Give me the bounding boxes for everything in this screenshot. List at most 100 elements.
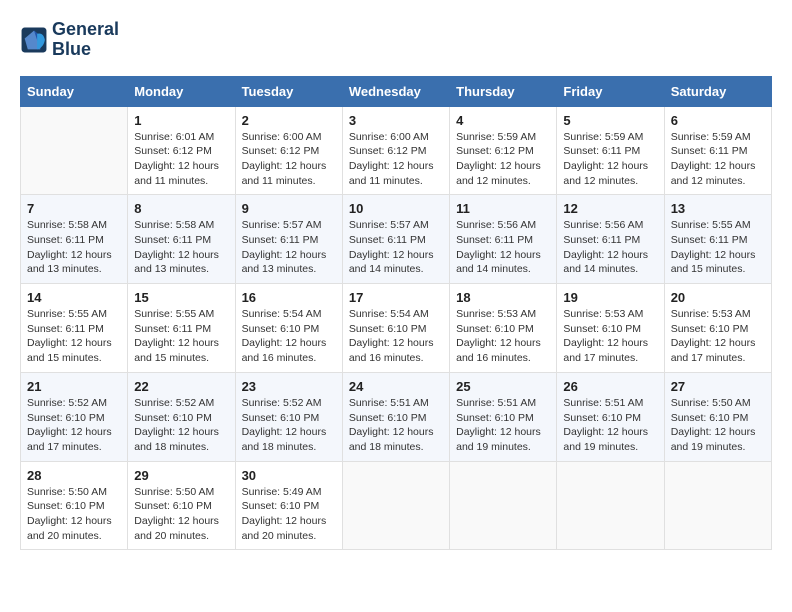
day-info: Sunrise: 5:51 AMSunset: 6:10 PMDaylight:… [456, 396, 550, 455]
calendar-cell: 27 Sunrise: 5:50 AMSunset: 6:10 PMDayligh… [664, 372, 771, 461]
day-info: Sunrise: 6:00 AMSunset: 6:12 PMDaylight:… [349, 130, 443, 189]
calendar-cell: 14 Sunrise: 5:55 AMSunset: 6:11 PMDayligh… [21, 284, 128, 373]
calendar-cell: 18 Sunrise: 5:53 AMSunset: 6:10 PMDayligh… [450, 284, 557, 373]
day-number: 1 [134, 113, 228, 128]
day-info: Sunrise: 5:53 AMSunset: 6:10 PMDaylight:… [563, 307, 657, 366]
calendar-cell: 15 Sunrise: 5:55 AMSunset: 6:11 PMDayligh… [128, 284, 235, 373]
calendar-cell: 17 Sunrise: 5:54 AMSunset: 6:10 PMDayligh… [342, 284, 449, 373]
calendar-cell: 1 Sunrise: 6:01 AMSunset: 6:12 PMDaylight… [128, 106, 235, 195]
day-info: Sunrise: 5:53 AMSunset: 6:10 PMDaylight:… [456, 307, 550, 366]
calendar-cell: 9 Sunrise: 5:57 AMSunset: 6:11 PMDaylight… [235, 195, 342, 284]
day-info: Sunrise: 5:52 AMSunset: 6:10 PMDaylight:… [242, 396, 336, 455]
day-number: 9 [242, 201, 336, 216]
day-info: Sunrise: 6:01 AMSunset: 6:12 PMDaylight:… [134, 130, 228, 189]
day-number: 29 [134, 468, 228, 483]
day-number: 13 [671, 201, 765, 216]
calendar-cell: 13 Sunrise: 5:55 AMSunset: 6:11 PMDayligh… [664, 195, 771, 284]
day-info: Sunrise: 5:59 AMSunset: 6:11 PMDaylight:… [563, 130, 657, 189]
day-info: Sunrise: 5:59 AMSunset: 6:12 PMDaylight:… [456, 130, 550, 189]
day-number: 10 [349, 201, 443, 216]
day-number: 2 [242, 113, 336, 128]
day-info: Sunrise: 5:51 AMSunset: 6:10 PMDaylight:… [349, 396, 443, 455]
calendar-cell [342, 461, 449, 550]
day-info: Sunrise: 5:59 AMSunset: 6:11 PMDaylight:… [671, 130, 765, 189]
day-number: 3 [349, 113, 443, 128]
calendar-cell: 12 Sunrise: 5:56 AMSunset: 6:11 PMDayligh… [557, 195, 664, 284]
calendar-cell [21, 106, 128, 195]
day-number: 24 [349, 379, 443, 394]
col-header-thursday: Thursday [450, 76, 557, 106]
calendar-cell [664, 461, 771, 550]
day-number: 8 [134, 201, 228, 216]
day-info: Sunrise: 5:52 AMSunset: 6:10 PMDaylight:… [27, 396, 121, 455]
day-number: 16 [242, 290, 336, 305]
day-info: Sunrise: 5:55 AMSunset: 6:11 PMDaylight:… [27, 307, 121, 366]
calendar-cell: 24 Sunrise: 5:51 AMSunset: 6:10 PMDayligh… [342, 372, 449, 461]
day-info: Sunrise: 5:51 AMSunset: 6:10 PMDaylight:… [563, 396, 657, 455]
day-number: 25 [456, 379, 550, 394]
calendar-cell [450, 461, 557, 550]
calendar-cell: 19 Sunrise: 5:53 AMSunset: 6:10 PMDayligh… [557, 284, 664, 373]
day-info: Sunrise: 5:58 AMSunset: 6:11 PMDaylight:… [134, 218, 228, 277]
day-number: 4 [456, 113, 550, 128]
col-header-sunday: Sunday [21, 76, 128, 106]
calendar-cell: 7 Sunrise: 5:58 AMSunset: 6:11 PMDaylight… [21, 195, 128, 284]
day-number: 19 [563, 290, 657, 305]
calendar-cell: 28Sunrise: 5:50 AMSunset: 6:10 PMDayligh… [21, 461, 128, 550]
logo: General Blue [20, 20, 119, 60]
day-info: Sunrise: 5:53 AMSunset: 6:10 PMDaylight:… [671, 307, 765, 366]
day-number: 26 [563, 379, 657, 394]
day-info: Sunrise: 5:50 AMSunset: 6:10 PMDaylight:… [671, 396, 765, 455]
day-info: Sunrise: 5:56 AMSunset: 6:11 PMDaylight:… [563, 218, 657, 277]
day-number: 12 [563, 201, 657, 216]
day-info: Sunrise: 5:55 AMSunset: 6:11 PMDaylight:… [671, 218, 765, 277]
calendar-cell: 8 Sunrise: 5:58 AMSunset: 6:11 PMDaylight… [128, 195, 235, 284]
day-number: 18 [456, 290, 550, 305]
calendar-cell [557, 461, 664, 550]
day-number: 30 [242, 468, 336, 483]
calendar-cell: 5 Sunrise: 5:59 AMSunset: 6:11 PMDaylight… [557, 106, 664, 195]
day-info: Sunrise: 5:58 AMSunset: 6:11 PMDaylight:… [27, 218, 121, 277]
calendar-cell: 10 Sunrise: 5:57 AMSunset: 6:11 PMDayligh… [342, 195, 449, 284]
day-info: Sunrise: 6:00 AMSunset: 6:12 PMDaylight:… [242, 130, 336, 189]
calendar-cell: 16 Sunrise: 5:54 AMSunset: 6:10 PMDayligh… [235, 284, 342, 373]
col-header-monday: Monday [128, 76, 235, 106]
day-number: 23 [242, 379, 336, 394]
day-info: Sunrise: 5:54 AMSunset: 6:10 PMDaylight:… [242, 307, 336, 366]
day-number: 21 [27, 379, 121, 394]
day-number: 27 [671, 379, 765, 394]
calendar-cell: 21 Sunrise: 5:52 AMSunset: 6:10 PMDayligh… [21, 372, 128, 461]
logo-icon [20, 26, 48, 54]
day-info: Sunrise: 5:55 AMSunset: 6:11 PMDaylight:… [134, 307, 228, 366]
day-info: Sunrise: 5:54 AMSunset: 6:10 PMDaylight:… [349, 307, 443, 366]
col-header-friday: Friday [557, 76, 664, 106]
calendar-cell: 26 Sunrise: 5:51 AMSunset: 6:10 PMDayligh… [557, 372, 664, 461]
day-info: Sunrise: 5:57 AMSunset: 6:11 PMDaylight:… [349, 218, 443, 277]
day-number: 7 [27, 201, 121, 216]
calendar-cell: 6 Sunrise: 5:59 AMSunset: 6:11 PMDaylight… [664, 106, 771, 195]
calendar-cell: 23 Sunrise: 5:52 AMSunset: 6:10 PMDayligh… [235, 372, 342, 461]
day-info: Sunrise: 5:57 AMSunset: 6:11 PMDaylight:… [242, 218, 336, 277]
day-number: 22 [134, 379, 228, 394]
calendar-cell: 11 Sunrise: 5:56 AMSunset: 6:11 PMDayligh… [450, 195, 557, 284]
day-info: Sunrise: 5:56 AMSunset: 6:11 PMDaylight:… [456, 218, 550, 277]
calendar-cell: 3 Sunrise: 6:00 AMSunset: 6:12 PMDaylight… [342, 106, 449, 195]
day-info: Sunrise: 5:49 AMSunset: 6:10 PMDaylight:… [242, 485, 336, 544]
day-number: 15 [134, 290, 228, 305]
day-number: 6 [671, 113, 765, 128]
calendar-cell: 30 Sunrise: 5:49 AMSunset: 6:10 PMDayligh… [235, 461, 342, 550]
calendar-cell: 22 Sunrise: 5:52 AMSunset: 6:10 PMDayligh… [128, 372, 235, 461]
calendar-cell: 4 Sunrise: 5:59 AMSunset: 6:12 PMDaylight… [450, 106, 557, 195]
day-number: 20 [671, 290, 765, 305]
logo-text: General Blue [52, 20, 119, 60]
col-header-wednesday: Wednesday [342, 76, 449, 106]
day-number: 11 [456, 201, 550, 216]
day-info: Sunrise: 5:52 AMSunset: 6:10 PMDaylight:… [134, 396, 228, 455]
calendar-cell: 2 Sunrise: 6:00 AMSunset: 6:12 PMDaylight… [235, 106, 342, 195]
day-number: 14 [27, 290, 121, 305]
calendar-cell: 20 Sunrise: 5:53 AMSunset: 6:10 PMDayligh… [664, 284, 771, 373]
day-info: Sunrise: 5:50 AMSunset: 6:10 PMDaylight:… [134, 485, 228, 544]
day-number: 5 [563, 113, 657, 128]
calendar-cell: 25 Sunrise: 5:51 AMSunset: 6:10 PMDayligh… [450, 372, 557, 461]
day-number: 17 [349, 290, 443, 305]
